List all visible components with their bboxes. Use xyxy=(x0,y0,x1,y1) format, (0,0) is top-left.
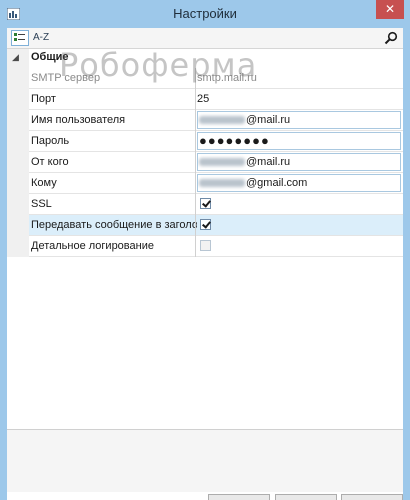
property-value-field[interactable]: @gmail.com xyxy=(197,174,401,192)
row-gutter xyxy=(7,152,29,173)
password-field[interactable]: ●●●●●●●● xyxy=(197,132,401,150)
property-row[interactable]: Передавать сообщение в заголовке xyxy=(7,215,403,236)
search-icon[interactable] xyxy=(384,31,398,45)
footer-button-2[interactable] xyxy=(275,494,337,500)
column-divider[interactable] xyxy=(195,89,196,110)
property-row[interactable]: Порт 25 xyxy=(7,89,403,110)
property-name: SSL xyxy=(31,198,52,210)
property-row[interactable]: Детальное логирование xyxy=(7,236,403,257)
column-divider[interactable] xyxy=(195,194,196,215)
property-value-field[interactable]: smtp.mail.ru xyxy=(197,68,401,88)
collapse-triangle-icon[interactable]: ◢ xyxy=(12,53,19,63)
property-checkbox[interactable] xyxy=(200,240,211,251)
property-name: Порт xyxy=(31,93,56,105)
column-divider[interactable] xyxy=(195,236,196,257)
property-row[interactable]: SSL xyxy=(7,194,403,215)
property-row[interactable]: Пароль ●●●●●●●● xyxy=(7,131,403,152)
property-value-field[interactable]: 25 xyxy=(197,89,401,109)
row-gutter xyxy=(7,68,29,89)
column-divider[interactable] xyxy=(195,68,196,89)
footer-button-1[interactable] xyxy=(208,494,270,500)
settings-window: Настройки ✕ A-Z Робоферма ◢ Общие SMTP с… xyxy=(0,0,410,500)
property-name: Имя пользователя xyxy=(31,114,126,126)
close-icon: ✕ xyxy=(384,2,396,16)
property-name: Кому xyxy=(31,177,57,189)
description-panel xyxy=(7,429,403,492)
row-gutter xyxy=(7,236,29,257)
property-value-text: @mail.ru xyxy=(246,156,291,168)
property-grid-panel: A-Z Робоферма ◢ Общие SMTP сервер smtp.ma… xyxy=(7,28,403,500)
row-gutter xyxy=(7,215,29,236)
obscured-username xyxy=(199,158,245,167)
property-grid: ◢ Общие SMTP сервер smtp.mail.ru Порт 25 Имя… xyxy=(7,49,403,257)
column-divider[interactable] xyxy=(195,173,196,194)
property-name: SMTP сервер xyxy=(31,72,101,84)
column-divider[interactable] xyxy=(195,152,196,173)
category-row[interactable]: ◢ Общие xyxy=(7,49,403,68)
row-gutter xyxy=(7,131,29,152)
property-name: Передавать сообщение в заголовке xyxy=(31,219,197,231)
property-name: Пароль xyxy=(31,135,70,147)
property-row[interactable]: Кому @gmail.com xyxy=(7,173,403,194)
row-gutter xyxy=(7,110,29,131)
category-label: Общие xyxy=(31,51,69,63)
property-value-field[interactable]: @mail.ru xyxy=(197,153,401,171)
obscured-username xyxy=(199,179,245,188)
column-divider[interactable] xyxy=(195,110,196,131)
property-value-text: 25 xyxy=(197,93,210,105)
alphabetical-view-button[interactable]: A-Z xyxy=(33,31,49,45)
footer-button-3[interactable] xyxy=(341,494,403,500)
categorized-view-icon xyxy=(14,33,25,41)
property-row[interactable]: От кого @mail.ru xyxy=(7,152,403,173)
property-value-field[interactable]: @mail.ru xyxy=(197,111,401,129)
close-button[interactable]: ✕ xyxy=(376,0,404,19)
row-gutter xyxy=(7,173,29,194)
property-row[interactable]: SMTP сервер smtp.mail.ru xyxy=(7,68,403,89)
row-gutter xyxy=(7,194,29,215)
obscured-username xyxy=(199,116,245,125)
property-name: От кого xyxy=(31,156,69,168)
column-divider[interactable] xyxy=(195,131,196,152)
property-value-text: @gmail.com xyxy=(246,177,308,189)
property-grid-toolbar: A-Z xyxy=(7,28,403,49)
property-value-text: @mail.ru xyxy=(246,114,291,126)
categorized-view-button[interactable] xyxy=(11,30,29,46)
window-title: Настройки xyxy=(173,6,237,21)
column-divider[interactable] xyxy=(195,215,196,236)
property-checkbox[interactable] xyxy=(200,219,211,230)
row-gutter xyxy=(7,89,29,110)
category-gutter: ◢ xyxy=(7,49,29,68)
property-checkbox[interactable] xyxy=(200,198,211,209)
property-value-text: smtp.mail.ru xyxy=(197,72,257,84)
title-bar[interactable]: Настройки ✕ xyxy=(0,0,410,28)
property-value-text: ●●●●●●●● xyxy=(199,133,270,148)
property-name: Детальное логирование xyxy=(31,240,154,252)
property-row[interactable]: Имя пользователя @mail.ru xyxy=(7,110,403,131)
